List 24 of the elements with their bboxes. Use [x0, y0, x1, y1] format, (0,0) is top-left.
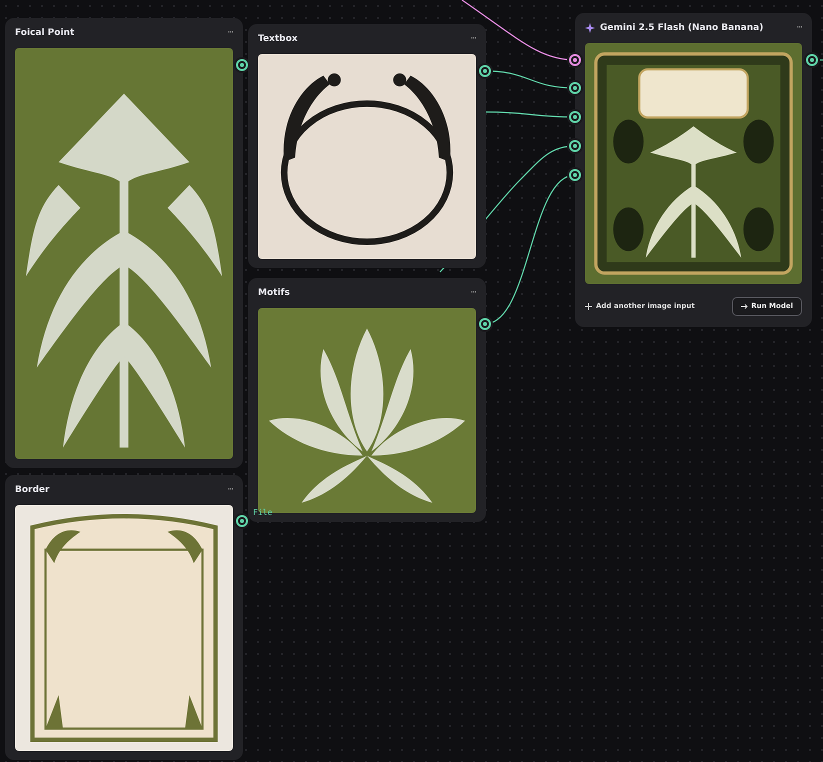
more-menu[interactable]: ···	[227, 28, 233, 38]
output-port[interactable]	[236, 59, 248, 71]
input-port[interactable]	[569, 54, 581, 66]
node-title-text: Foical Point	[15, 28, 74, 38]
node-title-text: Gemini 2.5 Flash (Nano Banana)	[600, 23, 764, 33]
arrow-icon	[741, 302, 748, 310]
sparkle-icon	[585, 23, 595, 33]
more-menu[interactable]: ···	[227, 485, 233, 495]
more-menu[interactable]: ···	[470, 288, 476, 298]
output-port[interactable]	[806, 54, 818, 66]
output-port[interactable]	[479, 318, 491, 330]
output-port[interactable]	[236, 515, 248, 527]
input-port[interactable]	[569, 111, 581, 123]
node-title-text: Textbox	[258, 34, 298, 44]
input-port[interactable]	[569, 82, 581, 94]
node-title-text: Border	[15, 485, 50, 495]
more-menu[interactable]: ···	[796, 23, 802, 33]
output-port[interactable]	[479, 65, 491, 77]
node-title-text: Motifs	[258, 288, 290, 298]
input-port[interactable]	[569, 140, 581, 152]
input-port[interactable]	[569, 169, 581, 181]
plus-icon	[585, 302, 592, 310]
port-label: File	[253, 508, 272, 517]
more-menu[interactable]: ···	[470, 34, 476, 44]
